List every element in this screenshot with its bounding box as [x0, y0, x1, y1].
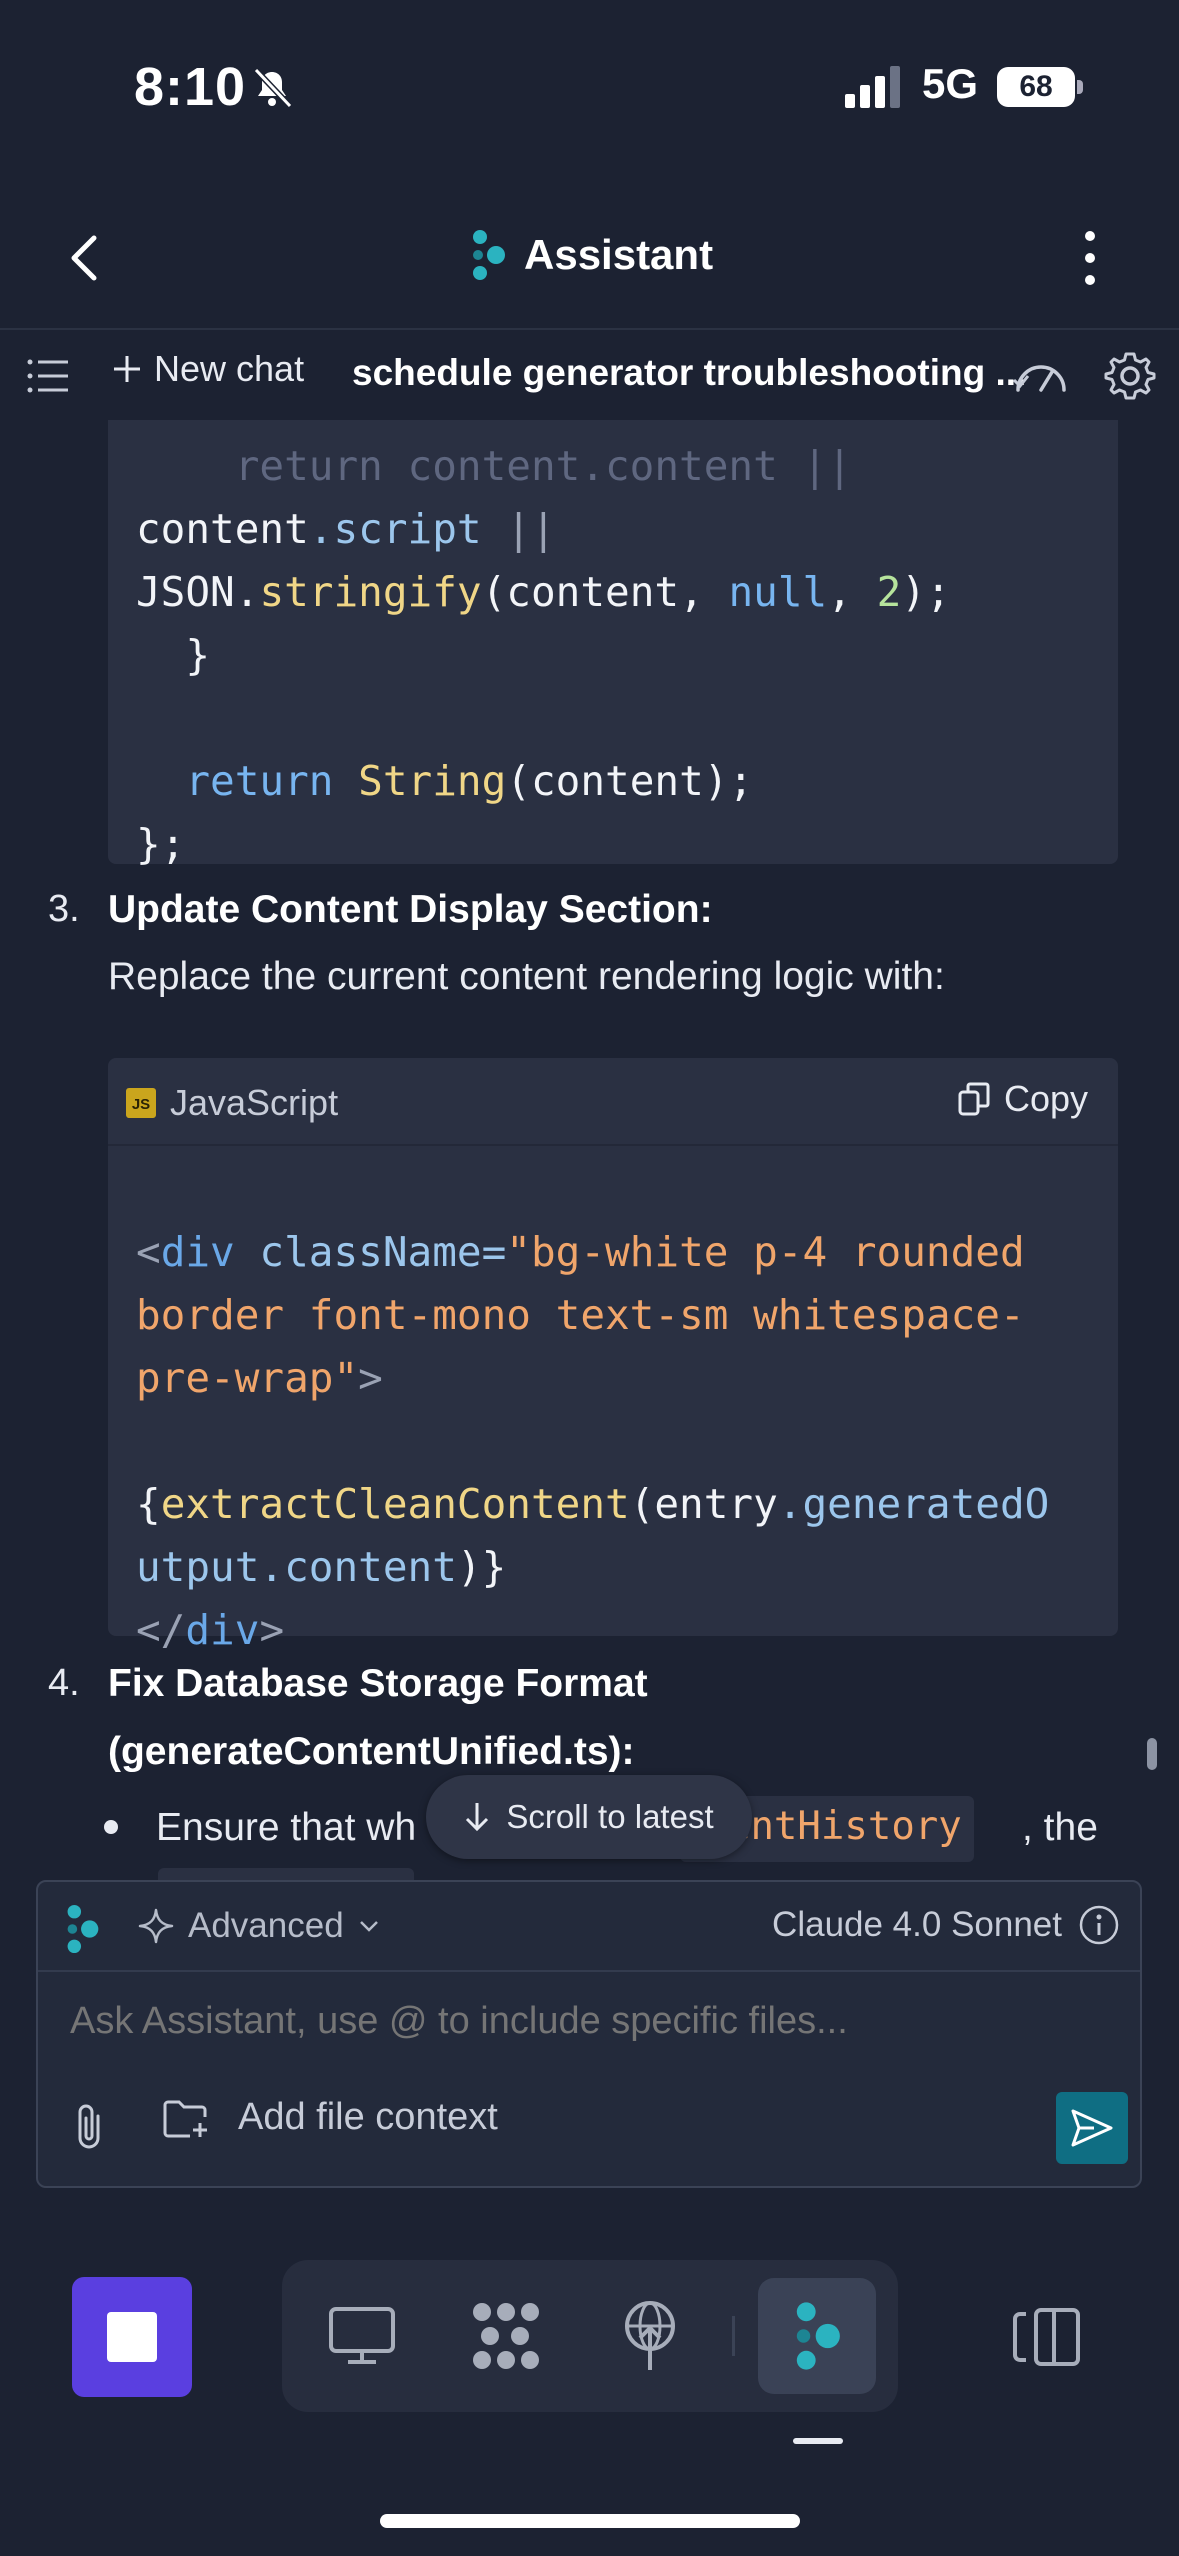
- scroll-to-latest-button[interactable]: Scroll to latest: [426, 1775, 752, 1859]
- bullet-text-start: Ensure that wh: [156, 1806, 417, 1849]
- model-label: Claude 4.0 Sonnet: [772, 1905, 1062, 1944]
- plus-icon: [114, 356, 140, 382]
- code-line: </div>: [136, 1606, 285, 1654]
- chat-list-icon[interactable]: [26, 356, 70, 396]
- active-dock-indicator: [793, 2438, 843, 2444]
- app-dock: [282, 2260, 898, 2412]
- step-text: Replace the current content rendering lo…: [108, 955, 945, 998]
- assistant-logo-icon: [67, 1904, 99, 1954]
- dock-separator: [732, 2316, 735, 2356]
- new-chat-label: New chat: [154, 348, 305, 389]
- bullet-dot: [104, 1820, 118, 1834]
- code-line: utput.content)}: [136, 1543, 507, 1591]
- mode-selector[interactable]: Advanced: [138, 1906, 380, 1946]
- javascript-icon: JS: [126, 1088, 156, 1118]
- new-chat-button[interactable]: New chat: [112, 348, 304, 390]
- globe-upload-icon: [625, 2301, 675, 2370]
- dock-desktop-button[interactable]: [310, 2284, 414, 2388]
- info-icon[interactable]: [1078, 1904, 1120, 1946]
- step-title-line2: (generateContentUnified.ts):: [108, 1730, 635, 1773]
- bell-muted-icon: [253, 67, 293, 109]
- composer-toolbar: Advanced Claude 4.0 Sonnet: [38, 1882, 1140, 1972]
- code-line: content.script ||: [136, 505, 556, 553]
- battery-icon: 68: [997, 67, 1075, 107]
- code-line: JSON.stringify(content, null, 2);: [136, 568, 951, 616]
- composer-panel: Advanced Claude 4.0 Sonnet Add file cont…: [36, 1880, 1142, 2188]
- monitor-icon: [329, 2307, 395, 2364]
- stop-icon: [107, 2312, 157, 2362]
- code-line: }: [136, 631, 211, 679]
- dock-apps-button[interactable]: [454, 2284, 558, 2388]
- app-header: Assistant: [0, 190, 1179, 330]
- code-line: pre-wrap">: [136, 1354, 383, 1402]
- code-line-faded: return content.content ||: [136, 442, 852, 490]
- sparkle-icon: [138, 1908, 174, 1944]
- dock-assistant-button[interactable]: [758, 2278, 876, 2394]
- code-line: border font-mono text-sm whitespace-: [136, 1291, 1025, 1339]
- settings-gear-icon[interactable]: [1104, 350, 1156, 402]
- message-input[interactable]: [70, 2000, 1070, 2043]
- battery-tip: [1077, 80, 1083, 94]
- scroll-to-latest-label: Scroll to latest: [506, 1798, 714, 1835]
- add-file-context-button[interactable]: Add file context: [162, 2096, 498, 2139]
- copy-button[interactable]: Copy: [958, 1078, 1088, 1120]
- code-block-1: return content.content || content.script …: [108, 400, 1118, 868]
- status-bar: 8:10 5G 68: [0, 0, 1179, 175]
- status-time: 8:10: [134, 57, 247, 117]
- add-file-context-label: Add file context: [238, 2096, 498, 2138]
- side-panel-toggle-icon[interactable]: [1010, 2306, 1082, 2368]
- send-icon: [1071, 2109, 1113, 2147]
- signal-icon: [845, 66, 900, 108]
- stop-button[interactable]: [72, 2277, 192, 2397]
- code-line: {extractCleanContent(entry.generatedO: [136, 1480, 1050, 1528]
- chat-title[interactable]: schedule generator troubleshooting ...: [352, 352, 1026, 394]
- home-indicator[interactable]: [380, 2514, 800, 2528]
- mode-label: Advanced: [188, 1906, 344, 1945]
- assistant-logo-icon: [473, 230, 505, 280]
- code-language-label: JavaScript: [170, 1082, 339, 1123]
- chat-toolbar: New chat schedule generator troubleshoot…: [0, 330, 1179, 420]
- folder-plus-icon: [163, 2100, 207, 2137]
- header-title-group: Assistant: [470, 225, 713, 285]
- code-block-header: JS JavaScript Copy: [108, 1058, 1118, 1146]
- step-number: 3.: [48, 888, 80, 930]
- step-title: Fix Database Storage Format: [108, 1662, 648, 1705]
- model-selector[interactable]: Claude 4.0 Sonnet: [772, 1904, 1120, 1946]
- step-number: 4.: [48, 1662, 80, 1704]
- bullet-text-end: , the: [1022, 1806, 1098, 1849]
- assistant-logo-icon: [796, 2302, 840, 2370]
- send-button[interactable]: [1056, 2092, 1128, 2164]
- gauge-icon[interactable]: [1012, 354, 1070, 400]
- code-block-2: JS JavaScript Copy <div className="bg-wh…: [108, 1058, 1118, 1654]
- arrow-down-icon: [466, 1803, 489, 1832]
- code-line: };: [136, 820, 186, 868]
- dock-deploy-button[interactable]: [598, 2284, 702, 2388]
- page-title: Assistant: [524, 231, 714, 278]
- code-line: return String(content);: [185, 757, 754, 805]
- step-title: Update Content Display Section:: [108, 888, 713, 931]
- chevron-down-icon: [359, 1921, 378, 1932]
- back-chevron-icon[interactable]: [60, 228, 110, 288]
- network-label: 5G: [922, 60, 979, 107]
- apps-cluster-icon: [473, 2303, 539, 2369]
- paperclip-icon[interactable]: [68, 2102, 112, 2152]
- scrollbar-thumb[interactable]: [1147, 1738, 1157, 1770]
- copy-icon: [958, 1082, 990, 1116]
- copy-label: Copy: [1003, 1078, 1088, 1119]
- code-line: <div className="bg-white p-4 rounded: [136, 1228, 1025, 1276]
- more-options-icon[interactable]: [1070, 228, 1110, 288]
